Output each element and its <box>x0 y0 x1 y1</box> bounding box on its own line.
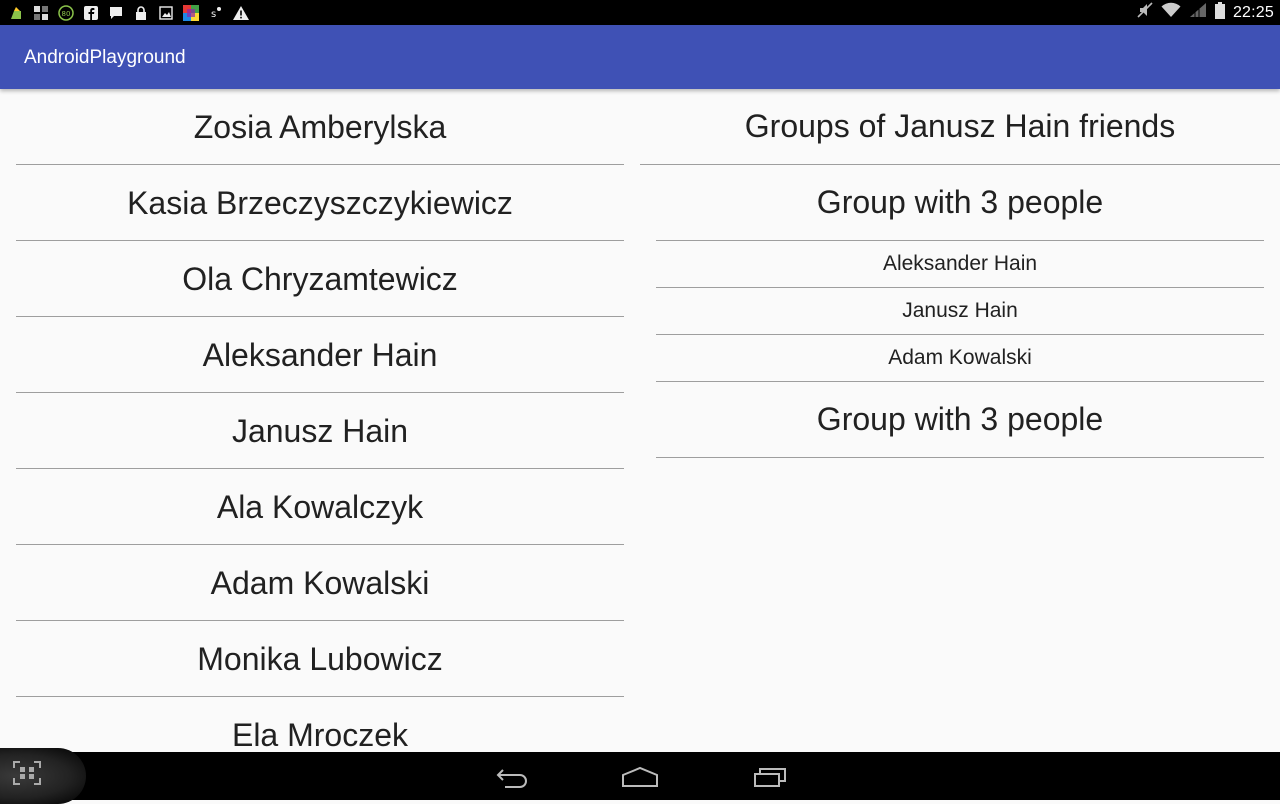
person-name: Janusz Hain <box>231 413 409 449</box>
battery-icon <box>1214 1 1225 24</box>
list-item-person[interactable]: Zosia Amberylska <box>16 89 624 165</box>
list-item-person[interactable]: Monika Lubowicz <box>16 621 624 697</box>
person-name: Ela Mroczek <box>231 717 409 752</box>
person-name: Ala Kowalczyk <box>216 489 424 525</box>
list-item-person[interactable]: Aleksander Hain <box>16 317 624 393</box>
status-bar: 80 s 22:25 <box>0 0 1280 25</box>
content-area: Zosia Amberylska Kasia Brzeczyszczykiewi… <box>0 89 1280 752</box>
navigation-bar <box>0 748 1280 804</box>
groups-panel: Groups of Janusz Hain friends Group with… <box>640 89 1280 458</box>
back-icon <box>496 769 527 788</box>
groups-header: Groups of Janusz Hain friends <box>640 89 1280 165</box>
people-list[interactable]: Zosia Amberylska Kasia Brzeczyszczykiewi… <box>16 89 624 752</box>
list-item-person[interactable]: Janusz Hain <box>16 393 624 469</box>
group-title[interactable]: Group with 3 people <box>656 382 1264 458</box>
wifi-icon <box>1161 2 1181 23</box>
warning-icon <box>233 5 249 21</box>
home-icon <box>622 766 658 787</box>
group-member[interactable]: Janusz Hain <box>656 288 1264 335</box>
chat-icon <box>108 5 124 21</box>
person-name: Ola Chryzamtewicz <box>182 261 458 297</box>
screen-capture-button[interactable] <box>0 748 86 804</box>
group-title[interactable]: Group with 3 people <box>656 165 1264 241</box>
image-grid-icon <box>33 5 49 21</box>
back-button[interactable] <box>493 764 533 790</box>
speed-80-icon: 80 <box>58 4 74 21</box>
group-member[interactable]: Adam Kowalski <box>656 335 1264 382</box>
colorful-app-icon <box>183 4 199 21</box>
system-icons: 22:25 <box>1137 1 1274 24</box>
person-name: Adam Kowalski <box>210 565 430 601</box>
lock-icon <box>133 5 149 21</box>
person-name: Aleksander Hain <box>202 337 438 373</box>
person-name: Monika Lubowicz <box>197 641 443 677</box>
clock: 22:25 <box>1232 3 1274 21</box>
signal-icon <box>1189 2 1207 23</box>
screen-capture-icon <box>13 761 41 785</box>
svg-text:80: 80 <box>62 10 71 18</box>
person-name: Kasia Brzeczyszczykiewicz <box>127 185 513 221</box>
list-item-person[interactable]: Kasia Brzeczyszczykiewicz <box>16 165 624 241</box>
mute-icon <box>1137 2 1153 23</box>
facebook-icon <box>83 5 99 21</box>
list-item-person[interactable]: Ela Mroczek <box>16 697 624 752</box>
notification-s-icon: s <box>208 5 224 21</box>
home-button[interactable] <box>620 764 660 790</box>
groups-list[interactable]: Group with 3 people Aleksander Hain Janu… <box>656 165 1264 458</box>
group-member[interactable]: Aleksander Hain <box>656 241 1264 288</box>
svg-text:s: s <box>211 9 216 20</box>
recents-button[interactable] <box>750 764 790 790</box>
app-bar: AndroidPlayground <box>0 25 1280 89</box>
list-item-person[interactable]: Ala Kowalczyk <box>16 469 624 545</box>
notification-icons: 80 s <box>8 4 249 21</box>
recents-icon <box>754 768 786 787</box>
cleaner-icon <box>8 5 24 21</box>
photo-icon <box>158 5 174 21</box>
list-item-person[interactable]: Ola Chryzamtewicz <box>16 241 624 317</box>
list-item-person[interactable]: Adam Kowalski <box>16 545 624 621</box>
app-title: AndroidPlayground <box>24 47 186 68</box>
person-name: Zosia Amberylska <box>193 109 447 145</box>
